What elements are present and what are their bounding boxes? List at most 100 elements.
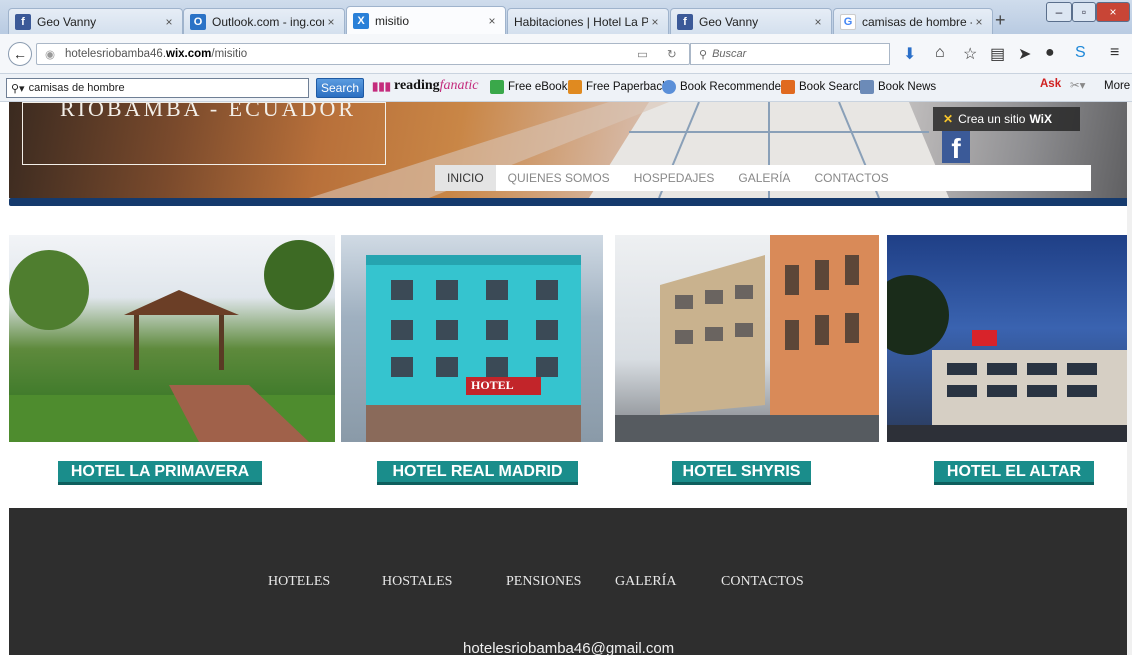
search-icon bbox=[781, 80, 795, 94]
hotel-la-primavera-photo[interactable] bbox=[9, 235, 335, 442]
search-icon: ⚲ bbox=[699, 48, 708, 61]
chat-icon[interactable]: ● bbox=[1045, 44, 1055, 62]
tab-google-search[interactable]: G camisas de hombre - Bu... × bbox=[833, 8, 993, 34]
url-path: /misitio bbox=[211, 48, 248, 60]
wix-promo-bar[interactable]: ✕ Crea un sitio WiX bbox=[933, 107, 1080, 131]
new-tab-button[interactable]: + bbox=[995, 10, 1006, 31]
browser-tab-bar: f Geo Vanny × O Outlook.com - ing.com...… bbox=[0, 0, 1132, 34]
globe-icon: ◉ bbox=[45, 49, 56, 61]
outlook-icon: O bbox=[190, 13, 206, 30]
footer-link-hostales[interactable]: HOSTALES bbox=[382, 574, 452, 590]
google-icon: G bbox=[840, 13, 856, 30]
hotel-la-primavera-button[interactable]: HOTEL LA PRIMAVERA bbox=[58, 461, 262, 485]
blue-building-image bbox=[366, 255, 581, 442]
reading-fanatic-label-2: fanatic bbox=[439, 78, 479, 93]
tab-title: Habitaciones | Hotel La Prim... bbox=[514, 14, 648, 29]
close-icon[interactable]: × bbox=[485, 14, 499, 28]
bookmarks-toolbar: ⚲▾ camisas de hombre Search ▮▮▮ reading … bbox=[0, 74, 1132, 102]
toolbar-search-value: camisas de hombre bbox=[28, 82, 125, 94]
garden-gazebo-image bbox=[9, 240, 335, 442]
facebook-icon: f bbox=[15, 13, 31, 30]
hotel-real-madrid-button[interactable]: HOTEL REAL MADRID bbox=[377, 461, 578, 485]
bookmark-label: Book Recommenders bbox=[680, 81, 791, 93]
toolbar-search-input[interactable]: ⚲▾ camisas de hombre bbox=[6, 78, 309, 98]
back-arrow-icon: ← bbox=[13, 46, 27, 62]
reload-icon[interactable]: ↻ bbox=[667, 47, 677, 61]
home-icon[interactable]: ⌂ bbox=[935, 44, 945, 62]
wix-brand: WiX bbox=[1029, 112, 1052, 126]
hotel-sign: HOTEL bbox=[471, 378, 514, 392]
banner-title: RIOBAMBA - ECUADOR bbox=[60, 102, 357, 116]
book-icon bbox=[568, 80, 582, 94]
tab-geo-vanny[interactable]: f Geo Vanny × bbox=[8, 8, 183, 34]
search-icon: ⚲▾ bbox=[11, 82, 25, 95]
menu-galeria[interactable]: GALERÍA bbox=[726, 165, 802, 191]
ask-icon[interactable]: Ask bbox=[1040, 78, 1061, 90]
maximize-button[interactable]: ▫ bbox=[1072, 2, 1096, 22]
minimize-button[interactable]: – bbox=[1046, 2, 1072, 22]
menu-icon[interactable]: ≡ bbox=[1110, 44, 1119, 62]
facebook-icon[interactable]: f bbox=[942, 131, 970, 163]
reader-view-icon[interactable]: ▭ bbox=[637, 47, 648, 61]
close-icon[interactable]: × bbox=[162, 15, 176, 29]
tab-title: Geo Vanny bbox=[699, 14, 759, 29]
close-window-button[interactable]: × bbox=[1096, 2, 1130, 22]
url-prefix: hotelesriobamba46. bbox=[65, 48, 167, 60]
tab-geo-vanny-2[interactable]: f Geo Vanny × bbox=[670, 8, 832, 34]
contact-email[interactable]: hotelesriobamba46@gmail.com bbox=[463, 640, 674, 657]
wix-logo-icon: ✕ bbox=[943, 112, 954, 126]
tools-icon[interactable]: ✂▾ bbox=[1070, 78, 1085, 92]
bookmark-free-paperbacks[interactable]: Free Paperbacks bbox=[568, 80, 674, 94]
reading-fanatic-icon: ▮▮▮ bbox=[372, 81, 391, 93]
hotel-shyris-photo[interactable] bbox=[615, 235, 879, 442]
footer-link-pensiones[interactable]: PENSIONES bbox=[506, 574, 581, 590]
hotel-el-altar-button[interactable]: HOTEL EL ALTAR bbox=[934, 461, 1094, 485]
bookmarks-menu-icon[interactable]: ▤ bbox=[990, 44, 1005, 64]
toolbar-search-button[interactable]: Search bbox=[316, 78, 364, 98]
site-menu: INICIO QUIENES SOMOS HOSPEDAJES GALERÍA … bbox=[435, 165, 1091, 191]
night-building-image bbox=[887, 275, 1127, 442]
tab-habitaciones[interactable]: Habitaciones | Hotel La Prim... × bbox=[507, 8, 669, 34]
bookmark-book-recommenders[interactable]: Book Recommenders bbox=[662, 80, 791, 94]
url-domain: wix.com bbox=[166, 48, 212, 60]
menu-hospedajes[interactable]: HOSPEDAJES bbox=[622, 165, 727, 191]
back-button[interactable]: ← bbox=[8, 42, 32, 66]
hotel-real-madrid-photo[interactable]: HOTEL bbox=[341, 235, 603, 442]
search-field[interactable]: ⚲ Buscar bbox=[690, 43, 890, 65]
bookmark-label: Book News bbox=[878, 81, 937, 93]
close-icon[interactable]: × bbox=[648, 15, 662, 29]
tab-misitio[interactable]: X misitio × bbox=[346, 6, 506, 34]
download-icon[interactable]: ⬇ bbox=[903, 44, 916, 64]
footer-link-galeria[interactable]: GALERÍA bbox=[615, 574, 676, 590]
menu-inicio[interactable]: INICIO bbox=[435, 165, 496, 191]
tab-outlook[interactable]: O Outlook.com - ing.com.... × bbox=[183, 8, 345, 34]
chat-bubble-icon bbox=[662, 80, 676, 94]
search-placeholder: Buscar bbox=[712, 48, 747, 60]
bookmark-label: Free Paperbacks bbox=[586, 81, 674, 93]
navigation-bar: ← ◉ hotelesriobamba46. wix.com/misitio ▭ … bbox=[0, 34, 1132, 74]
bookmark-book-search[interactable]: Book Search bbox=[781, 80, 865, 94]
wix-promo-text: Crea un sitio bbox=[958, 112, 1026, 126]
bookmark-star-icon[interactable]: ☆ bbox=[963, 44, 977, 64]
tab-title: misitio bbox=[375, 13, 410, 28]
reading-fanatic-button[interactable]: ▮▮▮ reading fanatic bbox=[372, 78, 479, 94]
more-bookmarks-button[interactable]: More bbox=[1104, 80, 1130, 92]
menu-contactos[interactable]: CONTACTOS bbox=[802, 165, 900, 191]
footer-link-hoteles[interactable]: HOTELES bbox=[268, 574, 330, 590]
footer-link-contactos[interactable]: CONTACTOS bbox=[721, 574, 804, 590]
hotel-el-altar-photo[interactable] bbox=[887, 235, 1127, 442]
close-icon[interactable]: × bbox=[811, 15, 825, 29]
bookmark-free-ebooks[interactable]: Free eBooks bbox=[490, 80, 573, 94]
header-divider bbox=[9, 198, 1131, 206]
tab-title: Geo Vanny bbox=[37, 14, 97, 29]
send-icon[interactable]: ➤ bbox=[1018, 44, 1031, 64]
page-scrollbar[interactable] bbox=[1127, 102, 1132, 655]
menu-quienes-somos[interactable]: QUIENES SOMOS bbox=[496, 165, 622, 191]
close-icon[interactable]: × bbox=[972, 15, 986, 29]
address-bar[interactable]: ◉ hotelesriobamba46. wix.com/misitio ▭ ↻ bbox=[36, 43, 690, 65]
close-icon[interactable]: × bbox=[324, 15, 338, 29]
hotel-shyris-button[interactable]: HOTEL SHYRIS bbox=[672, 461, 811, 485]
bookmark-book-news[interactable]: Book News bbox=[860, 80, 936, 94]
ebook-icon bbox=[490, 80, 504, 94]
skype-icon[interactable]: S bbox=[1075, 44, 1086, 62]
